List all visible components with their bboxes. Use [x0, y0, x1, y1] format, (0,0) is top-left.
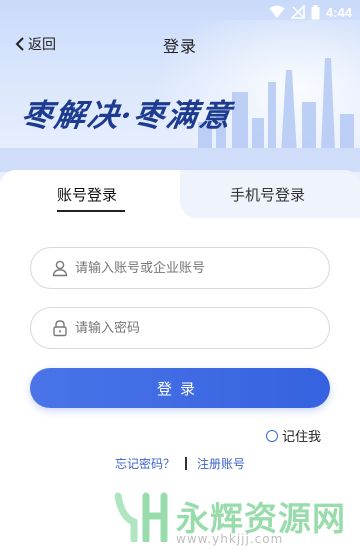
watermark-logo-icon: [114, 492, 168, 542]
password-input[interactable]: [75, 320, 315, 336]
watermark-url: www.yhkjjj.com: [176, 532, 284, 546]
password-field[interactable]: [30, 307, 330, 349]
remember-me-toggle[interactable]: 记住我: [266, 426, 321, 445]
status-bar: 4:44: [0, 0, 360, 24]
wifi-icon: [269, 5, 285, 18]
auth-links: 忘记密码？ 注册账号: [0, 455, 360, 472]
signal-icon: [290, 5, 305, 19]
account-input[interactable]: [75, 260, 315, 276]
tab-account-login[interactable]: 账号登录: [57, 184, 117, 205]
forgot-password-link[interactable]: 忘记密码？: [115, 455, 175, 472]
login-button[interactable]: 登录: [30, 368, 330, 408]
battery-icon: [311, 4, 320, 19]
site-watermark: 永辉资源网 www.yhkjjj.com: [112, 490, 345, 548]
lock-icon: [53, 320, 67, 337]
status-time: 4:44: [325, 4, 352, 20]
top-navigation-bar: 返回 登录: [0, 30, 360, 58]
user-icon: [52, 260, 68, 277]
remember-radio[interactable]: [266, 429, 278, 442]
link-divider: [185, 457, 187, 470]
active-tab-indicator: [57, 210, 125, 212]
account-field[interactable]: [30, 247, 330, 289]
status-icons: 4:44: [269, 3, 352, 21]
register-link[interactable]: 注册账号: [197, 455, 245, 472]
page-title: 登录: [162, 37, 197, 56]
tab-phone-login[interactable]: 手机号登录: [230, 184, 305, 205]
remember-label: 记住我: [282, 430, 322, 445]
banner-slogan: 枣解决·枣满意: [18, 98, 235, 134]
